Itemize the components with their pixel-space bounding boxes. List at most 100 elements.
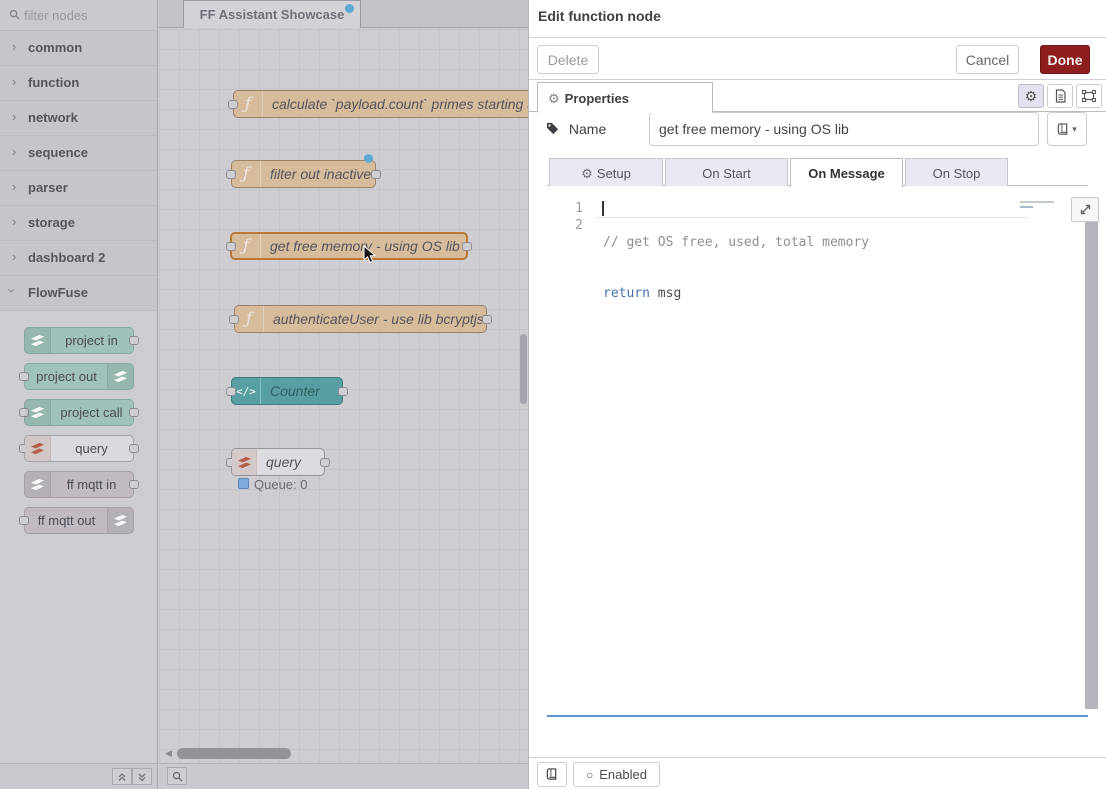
code-icon: </> <box>232 378 261 404</box>
properties-view-button[interactable]: ⚙ <box>1018 84 1044 108</box>
editor-scrollbar[interactable] <box>1085 222 1098 709</box>
output-port <box>129 408 139 417</box>
node-status-text: Queue: 0 <box>254 477 308 492</box>
chevron-right-icon: › <box>12 249 16 264</box>
tray-toolbar: Delete Cancel Done <box>529 38 1106 80</box>
node-label: calculate `payload.count` primes startin… <box>272 96 528 112</box>
tab-on-message[interactable]: On Message <box>790 158 903 187</box>
chevron-right-icon: › <box>12 179 16 194</box>
chevron-right-icon: › <box>12 214 16 229</box>
category-label: function <box>28 75 79 90</box>
category-label: storage <box>28 215 75 230</box>
output-port[interactable] <box>371 170 381 179</box>
sidebar-category-dashboard2[interactable]: › dashboard 2 <box>0 241 157 276</box>
function-editor-tabs: ⚙Setup On Start On Message On Stop <box>547 158 1088 186</box>
flow-canvas[interactable]: ƒ calculate `payload.count` primes start… <box>159 29 528 763</box>
function-icon: ƒ <box>232 161 261 187</box>
tray-header: Edit function node <box>529 8 1106 38</box>
node-palette: › common › function › network › sequence… <box>0 0 158 763</box>
palette-node-project-call[interactable]: project call <box>24 399 134 426</box>
tab-on-start[interactable]: On Start <box>665 158 788 186</box>
search-icon <box>172 771 183 782</box>
tab-setup[interactable]: ⚙Setup <box>549 158 663 186</box>
flowfuse-icon <box>25 400 51 425</box>
enabled-toggle-button[interactable]: ○ Enabled <box>573 762 660 787</box>
sidebar-category-network[interactable]: › network <box>0 101 157 136</box>
sidebar-category-parser[interactable]: › parser <box>0 171 157 206</box>
document-icon <box>1054 89 1067 103</box>
tray-tab-row: ⚙Properties ⚙ <box>529 80 1106 112</box>
expand-icon <box>1079 203 1092 216</box>
appearance-view-button[interactable] <box>1076 84 1102 108</box>
tab-on-stop[interactable]: On Stop <box>905 158 1008 186</box>
output-port[interactable] <box>338 387 348 396</box>
double-chevron-down-icon <box>137 772 147 782</box>
tab-label: On Start <box>702 166 750 181</box>
sidebar-category-storage[interactable]: › storage <box>0 206 157 241</box>
palette-filter-input[interactable] <box>24 4 150 26</box>
output-port <box>129 444 139 453</box>
sidebar-category-common[interactable]: › common <box>0 31 157 66</box>
palette-node-query[interactable]: query <box>24 435 134 462</box>
sidebar-category-function[interactable]: › function <box>0 66 157 101</box>
function-icon: ƒ <box>235 306 264 332</box>
flowfuse-icon <box>25 436 51 461</box>
output-port <box>129 336 139 345</box>
horizontal-scrollbar[interactable] <box>177 748 291 759</box>
function-icon: ƒ <box>232 234 261 258</box>
name-row: Name ▾ <box>529 112 1106 148</box>
flowfuse-icon <box>107 364 133 389</box>
palette-node-ff-mqtt-out[interactable]: ff mqtt out <box>24 507 134 534</box>
done-button[interactable]: Done <box>1040 45 1090 74</box>
chevron-down-icon: › <box>5 288 20 292</box>
output-port[interactable] <box>482 315 492 324</box>
tab-label: On Message <box>808 166 885 181</box>
gear-icon: ⚙ <box>581 166 593 181</box>
output-port <box>129 480 139 489</box>
expand-editor-button[interactable] <box>1071 197 1099 222</box>
flowfuse-node-list: project in project out project call quer… <box>0 311 157 763</box>
sidebar-category-sequence[interactable]: › sequence <box>0 136 157 171</box>
output-port[interactable] <box>320 458 330 467</box>
palette-node-project-out[interactable]: project out <box>24 363 134 390</box>
palette-filter[interactable] <box>0 0 157 31</box>
palette-node-label: project out <box>27 369 106 384</box>
delete-button[interactable]: Delete <box>537 45 599 74</box>
status-circle-icon: ○ <box>586 768 593 782</box>
enabled-label: Enabled <box>599 767 647 782</box>
scroll-left-arrow[interactable]: ◀ <box>165 748 172 759</box>
node-changed-dot <box>364 154 373 163</box>
library-button[interactable]: ▾ <box>1047 112 1087 146</box>
code-content: // get OS free, used, total memory retur… <box>603 200 1028 336</box>
palette-node-project-in[interactable]: project in <box>24 327 134 354</box>
vertical-scrollbar[interactable] <box>520 334 527 404</box>
sidebar-category-flowfuse[interactable]: › FlowFuse <box>0 276 157 311</box>
flow-node-counter[interactable]: </> Counter <box>231 377 343 405</box>
flow-node-filter-out-inactive[interactable]: ƒ filter out inactive <box>231 160 376 188</box>
name-label-text: Name <box>569 121 606 137</box>
book-icon <box>546 768 558 781</box>
output-port[interactable] <box>462 242 472 251</box>
cancel-button[interactable]: Cancel <box>956 45 1019 74</box>
palette-node-ff-mqtt-in[interactable]: ff mqtt in <box>24 471 134 498</box>
flowfuse-icon <box>25 472 51 497</box>
flow-tab[interactable]: FF Assistant Showcase <box>183 0 361 28</box>
node-red-editor: › common › function › network › sequence… <box>0 0 1106 789</box>
flow-node-calculate-primes[interactable]: ƒ calculate `payload.count` primes start… <box>233 90 528 118</box>
code-editor[interactable]: 1 2 // get OS free, used, total memory r… <box>547 197 1088 717</box>
description-view-button[interactable] <box>1047 84 1073 108</box>
code-keyword: return <box>603 286 650 301</box>
palette-expand-all-button[interactable] <box>132 768 152 785</box>
flow-node-query[interactable]: query <box>231 448 325 476</box>
flow-node-authenticate-user[interactable]: ƒ authenticateUser - use lib bcryptjs <box>234 305 487 333</box>
flowfuse-icon <box>25 328 51 353</box>
flow-node-get-free-memory[interactable]: ƒ get free memory - using OS lib <box>230 232 468 260</box>
search-flows-button[interactable] <box>167 767 187 785</box>
palette-collapse-all-button[interactable] <box>112 768 132 785</box>
tab-label: On Stop <box>933 166 981 181</box>
node-name-input[interactable] <box>649 112 1039 146</box>
node-info-button[interactable] <box>537 762 567 787</box>
chevron-right-icon: › <box>12 74 16 89</box>
tab-properties[interactable]: ⚙Properties <box>537 82 713 113</box>
palette-node-label: query <box>52 441 131 456</box>
